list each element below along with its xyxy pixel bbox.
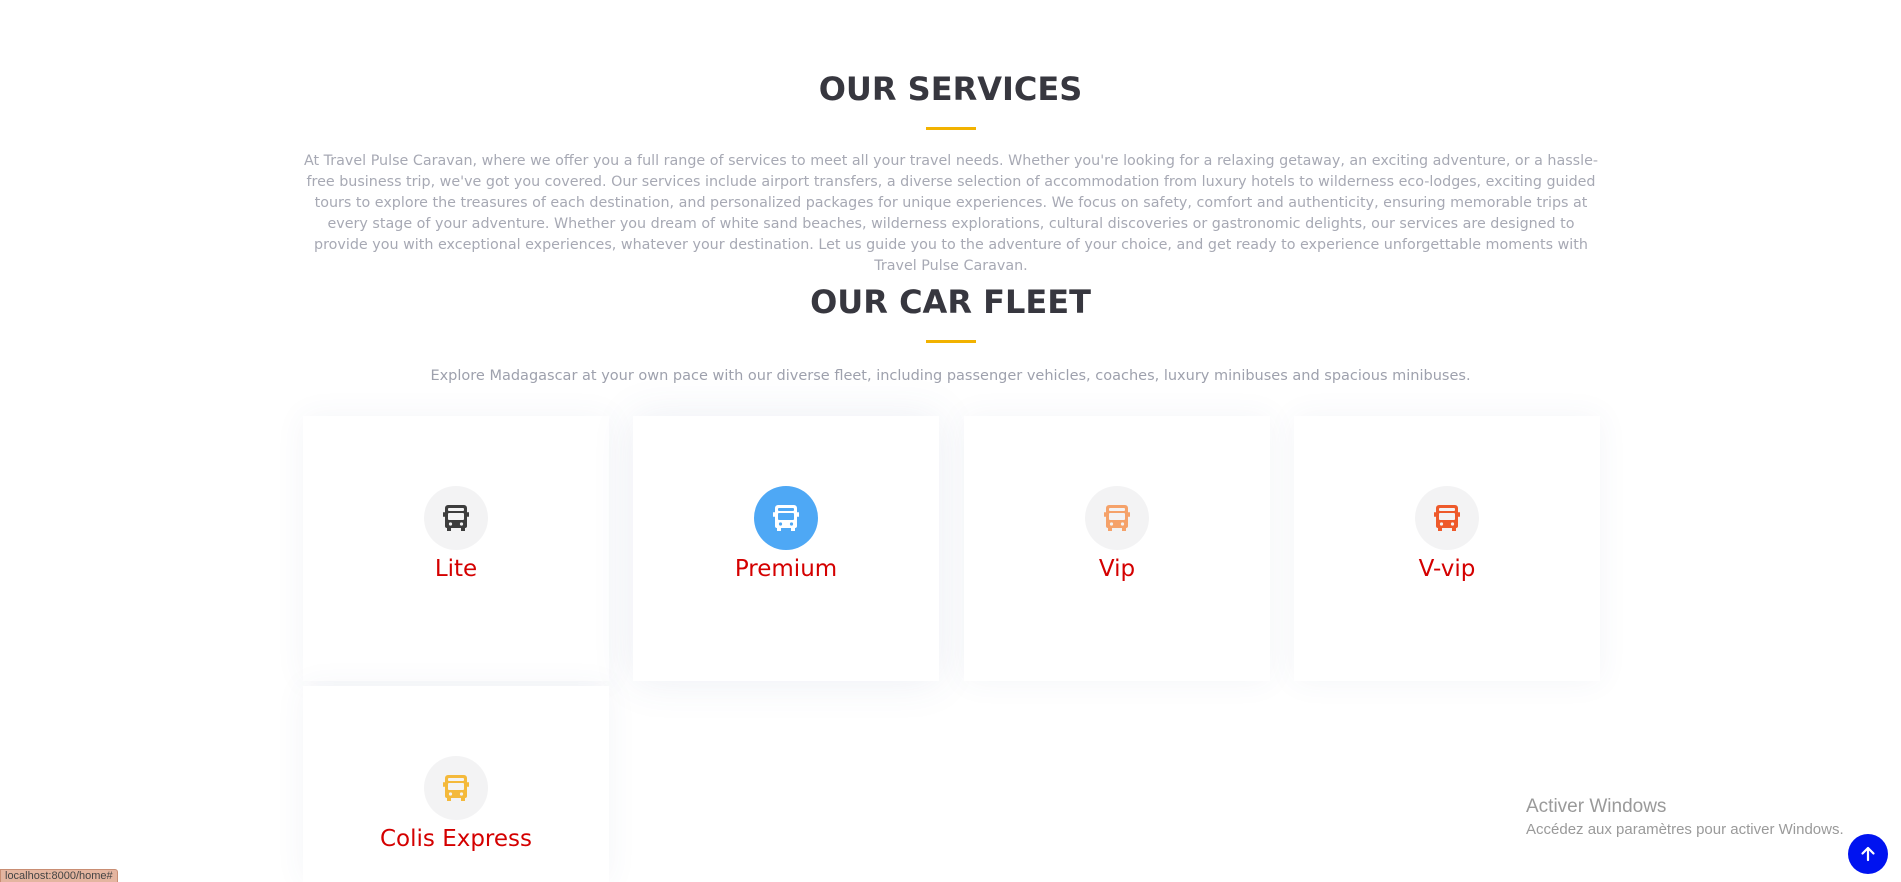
bus-icon (1104, 505, 1130, 531)
fleet-card-title: V-vip (1418, 556, 1476, 582)
icon-circle (1415, 486, 1479, 550)
fleet-card-premium[interactable]: Premium (633, 416, 939, 681)
fleet-card-title: Premium (734, 556, 838, 582)
icon-circle (424, 486, 488, 550)
icon-circle (424, 756, 488, 820)
fleet-card-title: Colis Express (379, 826, 532, 852)
fleet-card-lite[interactable]: Lite (303, 416, 609, 681)
fleet-card-title: Lite (434, 556, 478, 582)
fleet-description: Explore Madagascar at your own pace with… (430, 368, 1471, 384)
services-description: At Travel Pulse Caravan, where we offer … (303, 153, 1599, 274)
fleet-card-vip[interactable]: Vip (964, 416, 1270, 681)
watermark-line2: Accédez aux paramètres pour activer Wind… (1526, 821, 1844, 838)
icon-circle (754, 486, 818, 550)
fleet-card-v-vip[interactable]: V-vip (1294, 416, 1600, 681)
bus-icon (1434, 505, 1460, 531)
watermark-line1: Activer Windows (1526, 796, 1667, 817)
services-title: OUR SERVICES (818, 70, 1083, 108)
bus-icon (443, 775, 469, 801)
bus-icon (443, 505, 469, 531)
fleet-title-underline (926, 340, 976, 343)
fleet-card-colis-express[interactable]: Colis Express (303, 686, 609, 882)
services-title-underline (926, 127, 976, 130)
back-to-top-button[interactable] (1848, 834, 1888, 874)
fleet-title: OUR CAR FLEET (810, 283, 1091, 321)
page: OUR SERVICES At Travel Pulse Caravan, wh… (0, 0, 1901, 882)
icon-circle (1085, 486, 1149, 550)
bus-icon (773, 505, 799, 531)
status-bar-url: localhost:8000/home# (0, 869, 118, 882)
arrow-up-icon (1861, 846, 1875, 862)
windows-activation-watermark: Activer Windows Accédez aux paramètres p… (1526, 794, 1844, 840)
fleet-card-title: Vip (1098, 556, 1136, 582)
